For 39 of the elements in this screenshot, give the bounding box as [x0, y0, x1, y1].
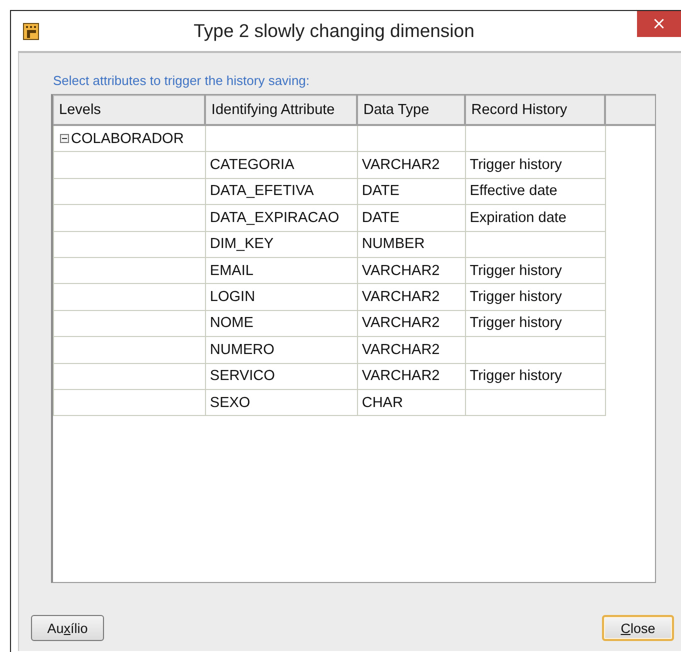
table-cell: Trigger history	[470, 368, 562, 384]
table-cell: Trigger history	[470, 262, 562, 279]
column-header[interactable]: Levels	[54, 96, 206, 125]
table-cell: LOGIN	[210, 289, 256, 306]
table-cell: DATA_EFETIVA	[210, 183, 314, 200]
table-cell: VARCHAR2	[362, 368, 440, 384]
window-title: Type 2 slowly changing dimension	[194, 20, 474, 42]
table-cell: CHAR	[362, 394, 403, 411]
column-header[interactable]: Data Type	[357, 96, 466, 125]
close-button[interactable]: Close	[602, 615, 674, 641]
table-cell: CATEGORIA	[210, 157, 294, 174]
instruction-text: Select attributes to trigger the history saving:	[53, 73, 311, 88]
column-header[interactable]: Identifying Attribute	[205, 96, 358, 125]
table-cell: NUMERO	[210, 342, 274, 358]
table-cell: DATE	[362, 210, 400, 226]
table-cell: DATE	[362, 183, 400, 200]
table-cell: NUMBER	[362, 236, 425, 252]
app-icon	[23, 22, 39, 40]
table-cell: Effective date	[470, 183, 558, 200]
table-cell: SEXO	[210, 394, 250, 411]
table-cell: DIM_KEY	[210, 236, 274, 252]
table-cell: NOME	[210, 315, 254, 332]
help-button[interactable]: Auxílio	[31, 615, 104, 641]
level-name: COLABORADOR	[71, 130, 184, 147]
table-cell: SERVICO	[210, 368, 275, 384]
column-header[interactable]: Record History	[465, 96, 606, 125]
table-cell: VARCHAR2	[362, 342, 440, 358]
table-cell: Trigger history	[470, 289, 562, 306]
table-cell: EMAIL	[210, 262, 254, 279]
table-cell: VARCHAR2	[362, 289, 440, 306]
table-cell: DATA_EXPIRACAO	[210, 210, 340, 226]
table-cell: Expiration date	[470, 210, 566, 226]
table-cell: VARCHAR2	[362, 262, 440, 279]
table-cell: Trigger history	[470, 315, 562, 332]
collapse-icon[interactable]	[60, 134, 69, 144]
table-cell: VARCHAR2	[362, 157, 440, 174]
close-button[interactable]: ×	[637, 11, 681, 37]
table-cell: Trigger history	[470, 157, 562, 174]
table-cell: VARCHAR2	[362, 315, 440, 332]
